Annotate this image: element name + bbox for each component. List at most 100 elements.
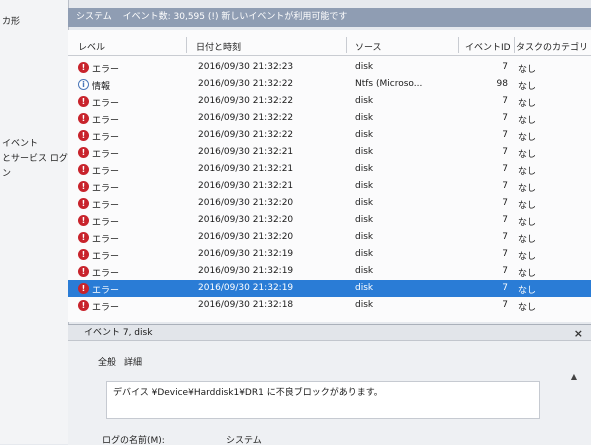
- cell-source: disk: [355, 181, 374, 191]
- scroll-up-icon[interactable]: ▲: [571, 372, 577, 381]
- column-header-source[interactable]: ソース: [355, 40, 382, 53]
- column-separator[interactable]: [186, 37, 187, 53]
- log-name-value: システム: [226, 436, 262, 445]
- table-row[interactable]: i 情報 2016/09/30 21:32:22 Ntfs (Microso... 98…: [68, 76, 591, 93]
- table-row[interactable]: ! エラー 2016/09/30 21:32:19 disk 7 なし: [68, 263, 591, 280]
- cell-date: 2016/09/30 21:32:22: [198, 113, 294, 123]
- info-icon: i: [78, 79, 89, 90]
- table-row[interactable]: ! エラー 2016/09/30 21:32:20 disk 7 なし: [68, 212, 591, 229]
- cell-source: disk: [355, 164, 374, 174]
- log-name-label: ログの名前(M):: [102, 436, 165, 445]
- cell-event-id: 7: [502, 249, 508, 259]
- cell-event-id: 7: [502, 198, 508, 208]
- column-separator[interactable]: [514, 37, 515, 53]
- tab-general[interactable]: 全般: [98, 355, 116, 368]
- cell-source: disk: [355, 300, 374, 310]
- error-icon: !: [78, 198, 89, 209]
- table-row[interactable]: ! エラー 2016/09/30 21:32:21 disk 7 なし: [68, 178, 591, 195]
- grid-header: レベル 日付と時刻 ソース イベントID タスクのカテゴリ: [68, 35, 591, 56]
- cell-event-id: 7: [502, 62, 508, 72]
- column-header-date[interactable]: 日付と時刻: [196, 40, 241, 53]
- navigation-pane: カ形 イベント とサービス ログ ン: [0, 0, 69, 444]
- table-row[interactable]: ! エラー 2016/09/30 21:32:20 disk 7 なし: [68, 229, 591, 246]
- log-name: システム: [76, 12, 112, 22]
- cell-event-id: 7: [502, 164, 508, 174]
- log-header-bar: システム イベント数: 30,595 (!) 新しいイベントが利用可能です: [68, 8, 591, 27]
- nav-item-events[interactable]: イベント: [2, 136, 38, 149]
- nav-item-event-viewer[interactable]: カ形: [2, 14, 20, 27]
- events-grid: レベル 日付と時刻 ソース イベントID タスクのカテゴリ ! エラー 2016/0…: [68, 30, 591, 322]
- error-icon: !: [78, 62, 89, 73]
- cell-event-id: 7: [502, 147, 508, 157]
- cell-task-category: なし: [518, 167, 537, 177]
- error-icon: !: [78, 232, 89, 243]
- cell-date: 2016/09/30 21:32:22: [198, 79, 294, 89]
- cell-date: 2016/09/30 21:32:21: [198, 164, 294, 174]
- cell-task-category: なし: [518, 201, 537, 211]
- cell-level: エラー: [92, 65, 120, 75]
- cell-date: 2016/09/30 21:32:19: [198, 283, 294, 293]
- cell-level: エラー: [92, 184, 120, 194]
- error-icon: !: [78, 130, 89, 141]
- table-row[interactable]: ! エラー 2016/09/30 21:32:22 disk 7 なし: [68, 93, 591, 110]
- cell-source: disk: [355, 232, 374, 242]
- cell-task-category: なし: [518, 99, 537, 109]
- cell-source: disk: [355, 198, 374, 208]
- error-icon: !: [78, 164, 89, 175]
- table-row[interactable]: ! エラー 2016/09/30 21:32:21 disk 7 なし: [68, 161, 591, 178]
- nav-item-service-logs[interactable]: とサービス ログ: [2, 151, 68, 164]
- column-header-event-id[interactable]: イベントID: [465, 40, 511, 53]
- error-icon: !: [78, 300, 89, 311]
- cell-event-id: 7: [502, 215, 508, 225]
- error-icon: !: [78, 181, 89, 192]
- cell-level: エラー: [92, 252, 120, 262]
- table-row[interactable]: ! エラー 2016/09/30 21:32:18 disk 7 なし: [68, 297, 591, 314]
- detail-title: イベント 7, disk: [84, 328, 153, 338]
- cell-event-id: 7: [502, 130, 508, 140]
- table-row[interactable]: ! エラー 2016/09/30 21:32:20 disk 7 なし: [68, 195, 591, 212]
- column-header-level[interactable]: レベル: [78, 40, 105, 53]
- column-header-task-category[interactable]: タスクのカテゴリ: [516, 40, 588, 53]
- cell-level: エラー: [92, 201, 120, 211]
- table-row[interactable]: ! エラー 2016/09/30 21:32:22 disk 7 なし: [68, 110, 591, 127]
- cell-level: エラー: [92, 150, 120, 160]
- cell-task-category: なし: [518, 303, 537, 313]
- cell-date: 2016/09/30 21:32:20: [198, 198, 294, 208]
- cell-level: エラー: [92, 116, 120, 126]
- cell-level: エラー: [92, 235, 120, 245]
- table-row[interactable]: ! エラー 2016/09/30 21:32:22 disk 7 なし: [68, 127, 591, 144]
- cell-level: エラー: [92, 269, 120, 279]
- close-icon[interactable]: ×: [574, 326, 583, 342]
- cell-level: エラー: [92, 133, 120, 143]
- cell-task-category: なし: [518, 150, 537, 160]
- column-separator[interactable]: [346, 37, 347, 53]
- cell-task-category: なし: [518, 82, 537, 92]
- error-icon: !: [78, 266, 89, 277]
- table-row[interactable]: ! エラー 2016/09/30 21:32:23 disk 7 なし: [68, 59, 591, 76]
- nav-item-other[interactable]: ン: [2, 166, 11, 179]
- error-icon: !: [78, 147, 89, 158]
- error-icon: !: [78, 113, 89, 124]
- cell-task-category: なし: [518, 133, 537, 143]
- cell-event-id: 7: [502, 283, 508, 293]
- cell-date: 2016/09/30 21:32:19: [198, 266, 294, 276]
- tab-details[interactable]: 詳細: [124, 355, 142, 368]
- detail-title-bar: イベント 7, disk ×: [68, 325, 591, 341]
- cell-source: disk: [355, 215, 374, 225]
- cell-task-category: なし: [518, 235, 537, 245]
- cell-level: エラー: [92, 286, 120, 296]
- table-row[interactable]: ! エラー 2016/09/30 21:32:19 disk 7 なし: [68, 246, 591, 263]
- cell-source: disk: [355, 147, 374, 157]
- cell-level: エラー: [92, 303, 120, 313]
- cell-task-category: なし: [518, 184, 537, 194]
- table-row[interactable]: ! エラー 2016/09/30 21:32:19 disk 7 なし: [68, 280, 591, 297]
- cell-level: エラー: [92, 99, 120, 109]
- table-row[interactable]: ! エラー 2016/09/30 21:32:21 disk 7 なし: [68, 144, 591, 161]
- cell-date: 2016/09/30 21:32:20: [198, 215, 294, 225]
- error-icon: !: [78, 96, 89, 107]
- cell-date: 2016/09/30 21:32:18: [198, 300, 294, 310]
- cell-task-category: なし: [518, 65, 537, 75]
- column-separator[interactable]: [458, 37, 459, 53]
- event-count-notice[interactable]: イベント数: 30,595 (!) 新しいイベントが利用可能です: [123, 12, 348, 22]
- cell-source: disk: [355, 130, 374, 140]
